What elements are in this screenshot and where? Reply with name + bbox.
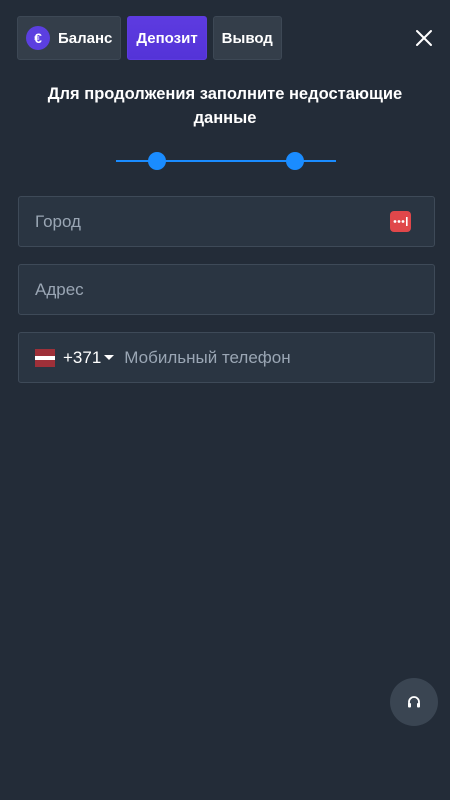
form-title: Для продолжения заполните недостающие да…: [47, 85, 403, 127]
address-input[interactable]: [19, 265, 434, 314]
caret-down-icon: [104, 355, 115, 360]
city-field: [18, 196, 435, 247]
phone-country-code: +371: [63, 347, 102, 367]
headset-icon: [408, 696, 420, 708]
progress-stepper: [116, 150, 336, 172]
stepper-step-2: [286, 152, 304, 170]
tab-balance[interactable]: € Баланс: [17, 16, 122, 60]
tab-withdraw[interactable]: Вывод: [212, 16, 282, 60]
tab-deposit[interactable]: Депозит: [127, 16, 207, 60]
support-chat-button[interactable]: [390, 678, 438, 726]
phone-input[interactable]: [114, 333, 434, 382]
tab-deposit-label: Депозит: [136, 29, 198, 47]
wallet-tabs: € Баланс Депозит Вывод: [17, 16, 282, 60]
tab-withdraw-label: Вывод: [221, 29, 273, 47]
close-icon: [416, 30, 432, 46]
address-field: [18, 264, 435, 315]
close-button[interactable]: [414, 28, 434, 48]
latvia-flag-icon: [35, 348, 55, 367]
country-code-selector[interactable]: +371: [19, 347, 115, 368]
deposit-page: € Баланс Депозит Вывод Для продолжения з…: [0, 0, 450, 800]
phone-field: +371: [18, 332, 435, 383]
stepper-step-1: [148, 152, 166, 170]
tab-balance-label: Баланс: [58, 29, 113, 47]
autofill-icon[interactable]: [390, 211, 411, 232]
euro-icon: €: [26, 26, 50, 50]
city-input[interactable]: [19, 197, 434, 246]
